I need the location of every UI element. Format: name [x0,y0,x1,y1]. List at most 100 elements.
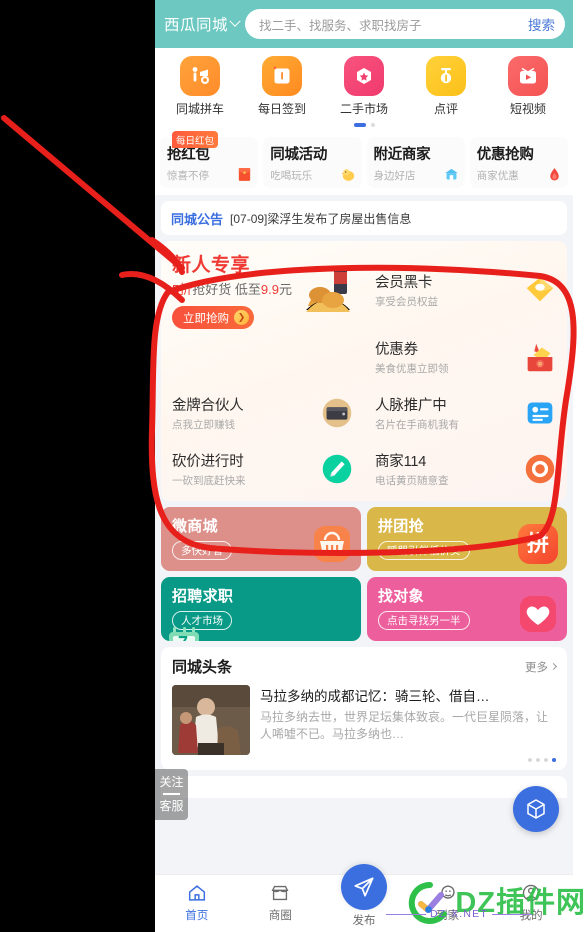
gridcard-dating[interactable]: 找对象 点击寻找另一半 [367,577,567,641]
service-subtitle: 一砍到底赶快来 [172,475,246,487]
search-bar[interactable]: 找二手、找服务、求职找房子 搜索 [245,9,565,39]
service-bargain[interactable]: 砍价进行时 一砍到底赶快来 [161,441,364,497]
tab-delivery[interactable]: 到家 [406,882,490,923]
store-icon [271,885,289,901]
tab-label: 发布 [352,915,376,927]
pagination-dot-active [552,758,556,762]
search-input[interactable]: 找二手、找服务、求职找房子 [259,15,522,34]
chevron-down-icon [229,15,241,27]
service-title: 会员黑卡 [375,274,433,291]
notice-tag: 同城公告 [171,211,224,227]
redpacket-card-grab[interactable]: 每日红包 抢红包 惊喜不停 [160,131,259,188]
news-title: 同城头条 [172,659,233,676]
quicknav-label: 短视频 [509,102,546,116]
gridcard-pill: 多快好省 [172,541,232,560]
gridcard-weishop[interactable]: 微商城 多快好省 [161,507,361,571]
profile-icon [522,884,540,902]
quicknav-item-checkin[interactable]: 每日签到 [241,56,323,117]
news-header: 同城头条 更多 [172,656,558,677]
city-selector[interactable]: 西瓜同城 [164,13,241,35]
promo-price: 9.9 [260,282,279,297]
redpacket-row: 每日红包 抢红包 惊喜不停 同城活动 吃喝玩乐 附近商家 身边好店 优惠抢购 商… [155,131,573,195]
service-merchant-114[interactable]: 商家114 电话黄页随意查 [364,441,567,497]
service-coupon[interactable]: 优惠券 美食优惠立即领 券 [364,329,567,385]
service-partner[interactable]: 金牌合伙人 点我立即赚钱 [161,385,364,441]
phone-viewport: 西瓜同城 找二手、找服务、求职找房子 搜索 同城拼车 每日签到 二手市场 点评 … [155,0,573,932]
promo-headline: 新人专享 [172,255,251,276]
redpacket-card-nearby[interactable]: 附近商家 身边好店 [366,137,465,188]
service-network-promo[interactable]: 人脉推广中 名片在手商机我有 [364,385,567,441]
news-description: 马拉多纳去世，世界足坛集体致哀。一代巨星陨落，让人唏嘘不已。马拉多纳也… [260,710,549,742]
gridcard-jobs[interactable]: 招聘求职 人才市场 7 [161,577,361,641]
gridcard-group-buy[interactable]: 拼团抢 呼朋引伴低价买 拼 [367,507,567,571]
tab-publish[interactable]: 发布 [322,864,406,928]
home-icon [188,885,205,901]
side-tab-follow[interactable]: 关注 [155,774,188,790]
quicknav-label: 每日签到 [257,102,306,116]
gridcard-pill: 呼朋引伴低价买 [378,541,470,560]
screenshot-stage: 西瓜同城 找二手、找服务、求职找房子 搜索 同城拼车 每日签到 二手市场 点评 … [0,0,588,932]
city-label: 西瓜同城 [164,17,229,34]
basket-icon [314,526,350,562]
card-subtitle: 吃喝玩乐 [270,170,313,182]
tab-home[interactable]: 首页 [155,882,239,923]
newbie-exclusive-block[interactable]: 新人专享 5折抢好货 低至9.9元 立即抢购 ❯ [161,250,364,329]
service-subtitle: 享受会员权益 [375,295,438,308]
notice-text: [07-09]梁浮生发布了房屋出售信息 [230,211,412,226]
quicknav-item-carpool[interactable]: 同城拼车 [159,56,241,117]
news-photo [172,685,250,755]
gridcard-title: 招聘求职 [172,588,234,605]
service-member-card[interactable]: 会员黑卡 享受会员权益 [364,250,567,329]
quicknav-item-review[interactable]: 点评 [405,56,487,117]
promo-row-3: 金牌合伙人 点我立即赚钱 人脉推广中 名片在手商机我有 [161,385,567,441]
card-title: 同城活动 [270,147,328,163]
quicknav-item-shortvideo[interactable]: 短视频 [487,56,569,117]
cube-icon [527,799,545,819]
pagination-dot [370,123,375,127]
quicknav-pagination[interactable] [159,117,569,130]
news-more-button[interactable]: 更多 [525,659,558,675]
red-envelope-icon [239,168,251,181]
calendar-checkin-icon [262,56,302,96]
newbie-promo-section: 新人专享 5折抢好货 低至9.9元 立即抢购 ❯ 会员黑卡 享受会员权益 优惠券… [155,235,573,501]
buy-now-label: 立即抢购 [183,312,229,325]
service-title: 砍价进行时 [172,454,244,470]
publish-fab[interactable] [340,864,387,910]
tab-label: 我的 [519,910,543,922]
quicknav-label: 点评 [433,102,458,116]
side-float-tab[interactable]: 关注 客服 [155,769,188,820]
news-pagination[interactable] [172,758,556,762]
notice-bar[interactable]: 同城公告 [07-09]梁浮生发布了房屋出售信息 [161,201,567,235]
pin-glyph: 拼 [526,531,549,556]
news-article[interactable]: 马拉多纳的成都记忆：骑三轮、借自… 马拉多纳去世，世界足坛集体致哀。一代巨星陨落… [172,685,556,755]
card-title: 优惠抢购 [476,147,534,163]
calendar-icon: 7 [163,623,203,641]
redpacket-card-discount[interactable]: 优惠抢购 商家优惠 [469,137,568,188]
app-header: 西瓜同城 找二手、找服务、求职找房子 搜索 [155,0,573,48]
diamond-icon [526,277,554,301]
buy-now-button[interactable]: 立即抢购 ❯ [172,306,254,329]
promo-unit: 元 [278,282,292,297]
quicknav-item-secondhand[interactable]: 二手市场 [323,56,405,117]
chevron-right-icon [549,662,558,671]
redpacket-card-activity[interactable]: 同城活动 吃喝玩乐 [263,137,362,188]
side-tab-service[interactable]: 客服 [155,798,188,814]
card-subtitle: 商家优惠 [476,170,519,182]
quick-nav: 同城拼车 每日签到 二手市场 点评 短视频 [155,48,573,134]
wallet-icon [322,398,352,428]
tab-business-district[interactable]: 商圈 [239,882,323,923]
fried-chicken-icon [306,267,350,312]
delivery-icon [440,885,455,899]
right-gutter [573,0,588,932]
service-title: 金牌合伙人 [172,398,244,414]
quicknav-label: 二手市场 [339,102,388,116]
search-button[interactable]: 搜索 [522,14,555,34]
floating-cube-button[interactable] [513,786,559,832]
carpool-icon [180,56,220,96]
newbie-promo-card: 新人专享 5折抢好货 低至9.9元 立即抢购 ❯ 会员黑卡 享受会员权益 优惠券… [161,241,567,501]
business-card-icon [527,402,553,424]
service-subtitle: 名片在手商机我有 [375,419,459,431]
tab-profile[interactable]: 我的 [489,882,573,923]
promo-top-row: 新人专享 5折抢好货 低至9.9元 立即抢购 ❯ 会员黑卡 享受会员权益 [161,250,567,329]
quick-nav-row: 同城拼车 每日签到 二手市场 点评 短视频 [159,56,569,117]
